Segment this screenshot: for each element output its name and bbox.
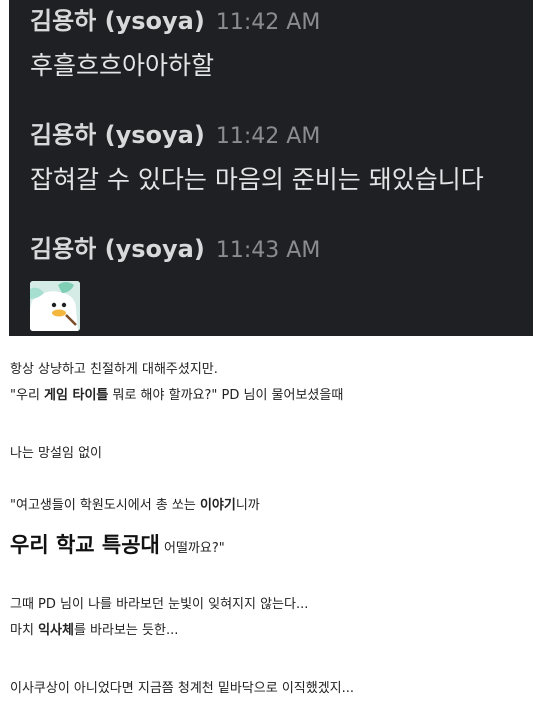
- emphasis-text: 게임 타이틀: [44, 388, 109, 403]
- author-name[interactable]: 김용하 (ysoya): [30, 121, 205, 149]
- duck-sticker-icon: [30, 281, 80, 331]
- post-text: 어떨까요?": [159, 541, 225, 556]
- message-text: 후흘흐흐아아하할: [30, 51, 215, 80]
- emphasis-text: 익사체: [38, 623, 74, 638]
- chat-screenshot: 김용하 (ysoya) 11:42 AM 후흘흐흐아아하할 김용하 (ysoya…: [9, 0, 533, 336]
- chat-message: 김용하 (ysoya) 11:43 AM: [30, 229, 320, 331]
- message-header: 김용하 (ysoya) 11:43 AM: [30, 229, 320, 269]
- post-paragraph: 그때 PD 님이 나를 바라보던 눈빛이 잊혀지지 않는다...: [10, 597, 309, 612]
- post-text: "여고생들이 학원도시에서 총 쏘는: [10, 498, 200, 513]
- message-time[interactable]: 11:42 AM: [216, 124, 320, 149]
- author-name[interactable]: 김용하 (ysoya): [30, 235, 205, 263]
- highlight-text: 우리 학교 특공대: [10, 533, 160, 557]
- post-paragraph: "여고생들이 학원도시에서 총 쏘는 이야기니까: [10, 497, 260, 515]
- chat-message: 김용하 (ysoya) 11:42 AM 후흘흐흐아아하할: [30, 1, 320, 86]
- post-paragraph: 마치 익사체를 바라보는 듯한...: [10, 622, 178, 640]
- emphasis-text: 이야기: [199, 498, 236, 513]
- post-paragraph: 우리 학교 특공대 어떨까요?": [10, 531, 225, 563]
- post-text: 니까: [235, 498, 260, 513]
- message-text: 잡혀갈 수 있다는 마음의 준비는 돼있습니다: [30, 165, 484, 194]
- post-paragraph: 항상 상냥하고 친절하게 대해주셨지만.: [10, 362, 218, 377]
- message-header: 김용하 (ysoya) 11:42 AM: [30, 1, 320, 41]
- post-paragraph: 이사쿠상이 아니었다면 지금쯤 청계천 밑바닥으로 이직했겠지...: [10, 681, 355, 696]
- chat-message: 김용하 (ysoya) 11:42 AM 잡혀갈 수 있다는 마음의 준비는 돼…: [30, 115, 484, 200]
- post-paragraph: "우리 게임 타이틀 뭐로 해야 할까요?" PD 님이 물어보셨을때: [10, 387, 343, 405]
- message-time[interactable]: 11:43 AM: [216, 238, 320, 263]
- post-paragraph: 나는 망설임 없이: [10, 446, 102, 461]
- post-text: "우리: [10, 388, 45, 403]
- message-time[interactable]: 11:42 AM: [216, 10, 320, 35]
- message-header: 김용하 (ysoya) 11:42 AM: [30, 115, 484, 155]
- post-text: 를 바라보는 듯한...: [73, 623, 179, 638]
- post-text: 마치: [10, 623, 39, 638]
- post-text: 뭐로 해야 할까요?" PD 님이 물어보셨을때: [108, 388, 344, 403]
- author-name[interactable]: 김용하 (ysoya): [30, 7, 205, 35]
